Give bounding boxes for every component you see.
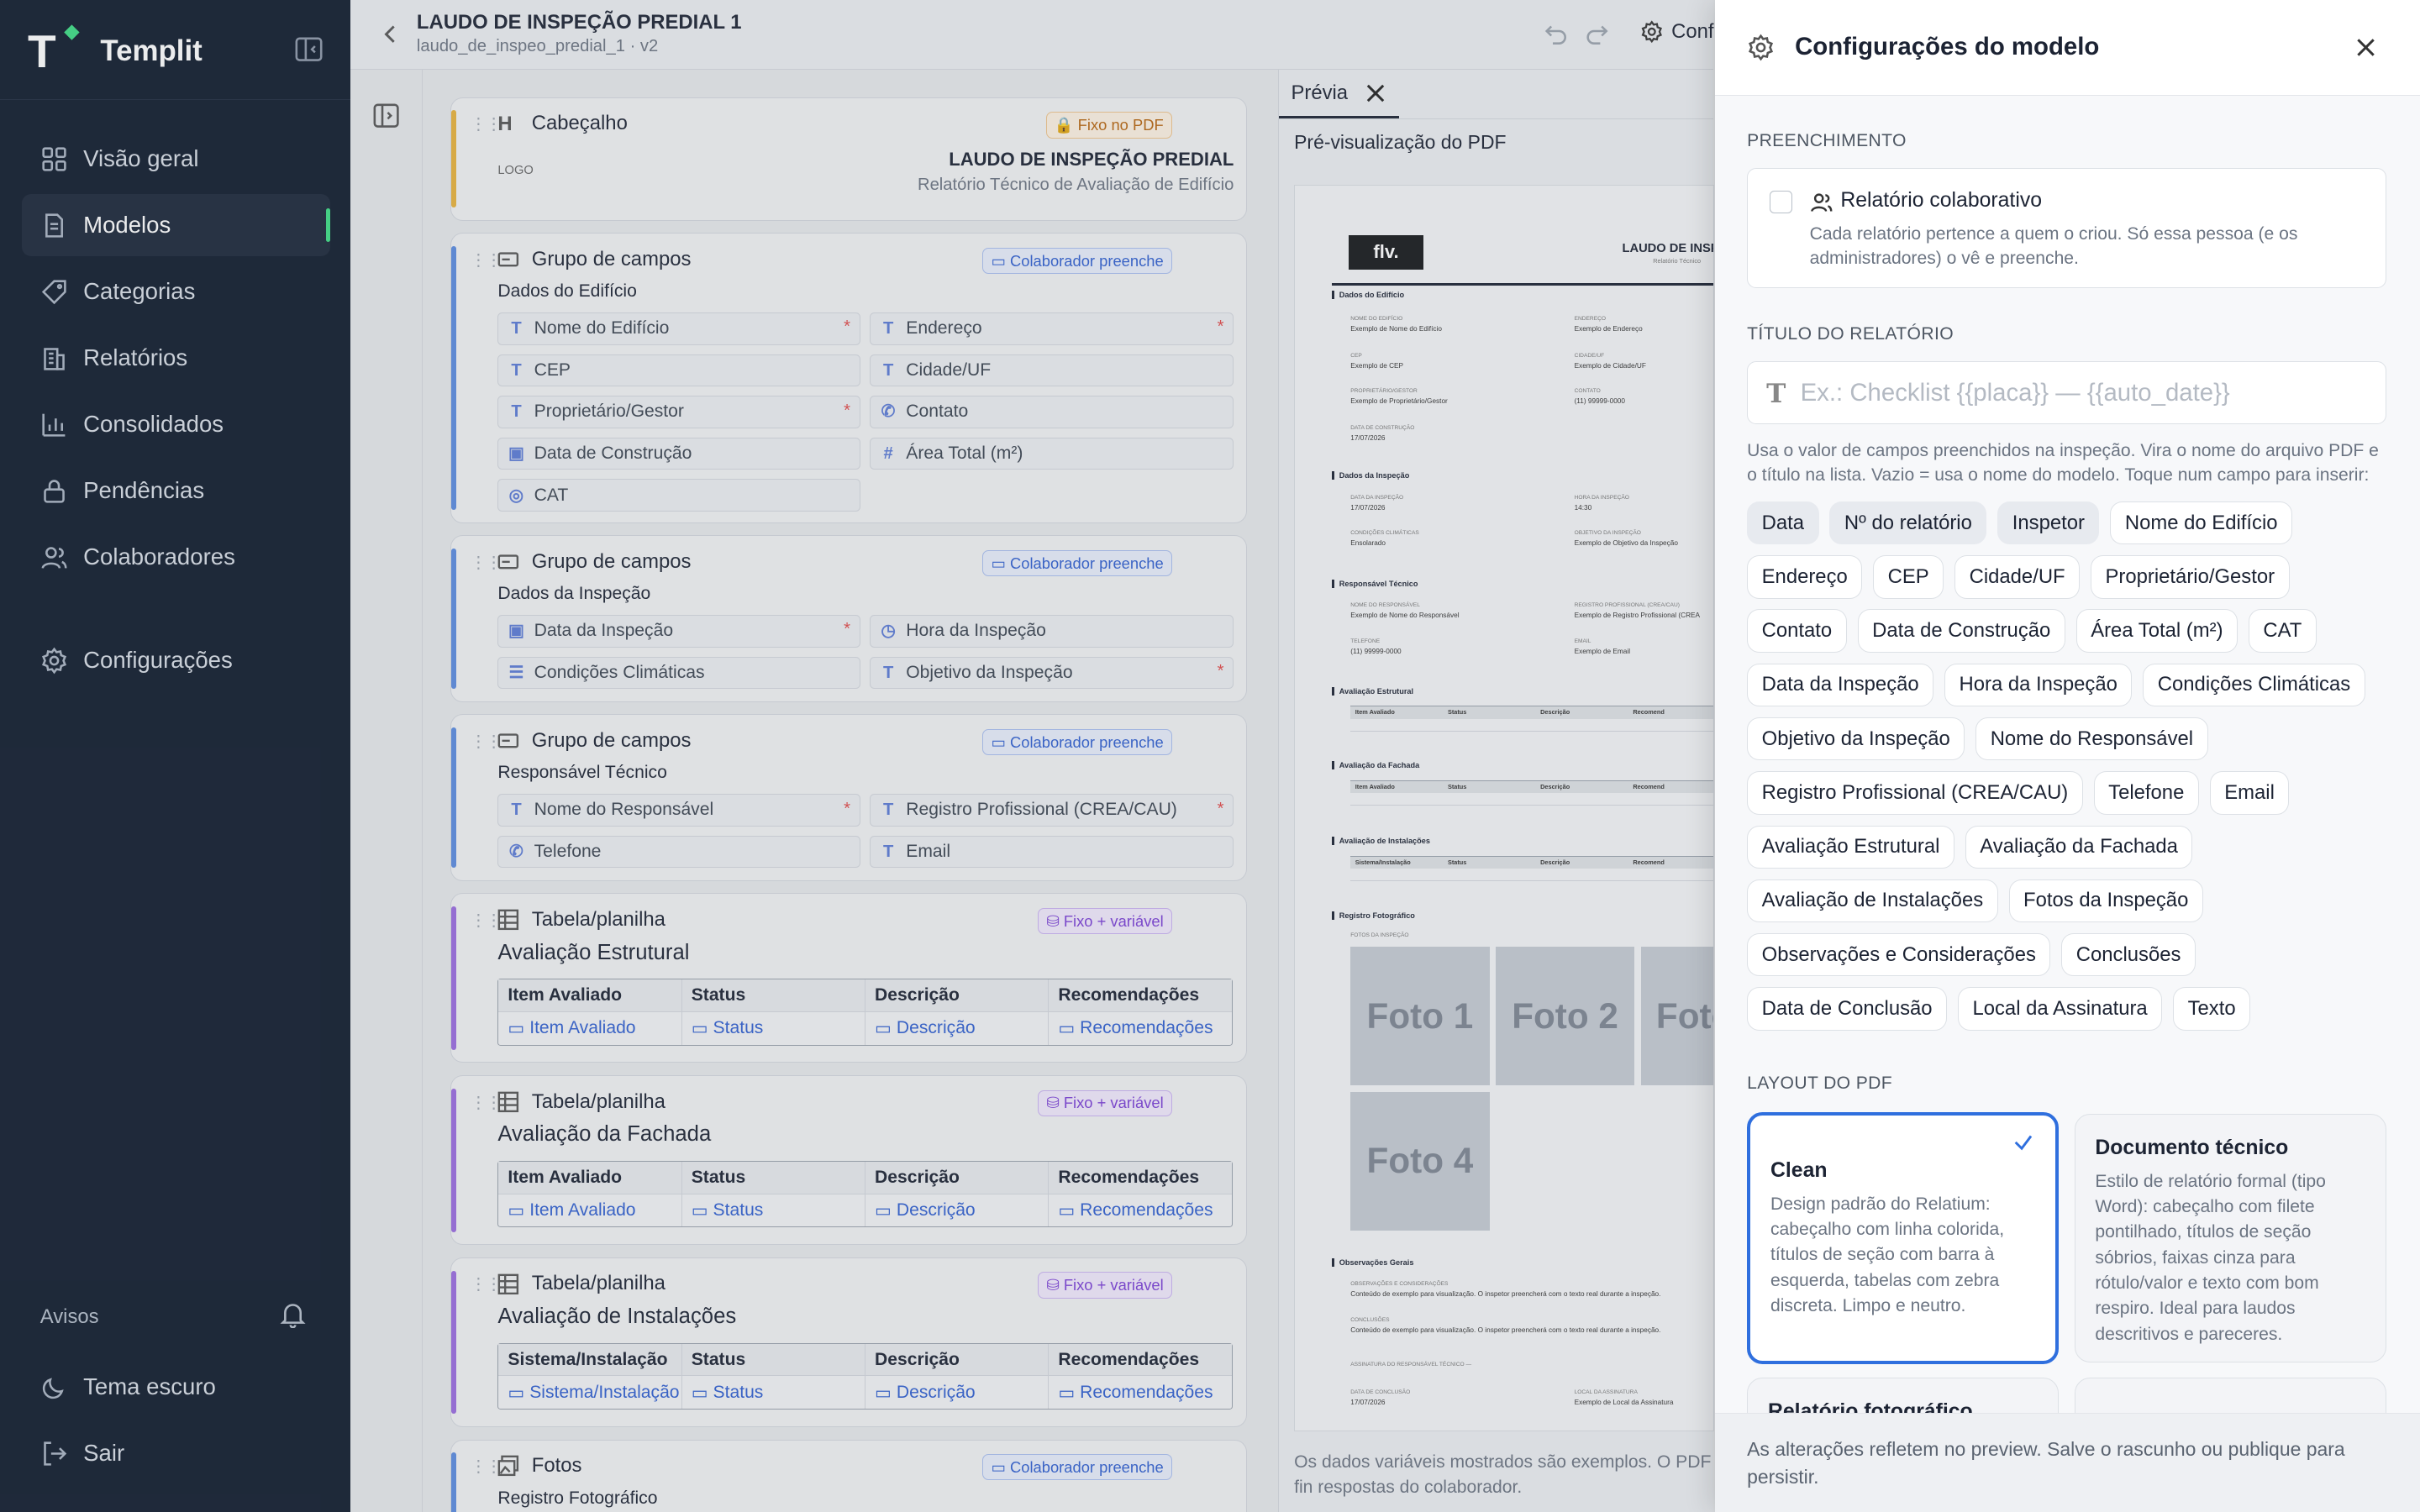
field-chip[interactable]: Fotos da Inspeção	[2008, 879, 2203, 923]
report-title-input[interactable]	[1800, 374, 2372, 412]
panel-title: Configurações do modelo	[1795, 32, 2100, 60]
field-chip[interactable]: Data da Inspeção	[1747, 663, 1934, 707]
close-icon[interactable]	[2352, 34, 2380, 61]
field-chip[interactable]: Nome do Edifício	[2110, 501, 2293, 545]
collaborative-option[interactable]: Relatório colaborativo Cada relatório pe…	[1747, 168, 2386, 289]
gear-icon	[1747, 34, 1775, 61]
field-chip[interactable]: Avaliação da Fachada	[1965, 825, 2193, 869]
report-title-help: Usa o valor de campos preenchidos na ins…	[1747, 440, 2379, 485]
text-icon: T	[1766, 378, 1786, 409]
field-chip[interactable]: Avaliação Estrutural	[1747, 825, 1954, 869]
panel-header: Configurações do modelo	[1714, 0, 2420, 96]
layout-card[interactable]	[2074, 1378, 2386, 1414]
field-chip[interactable]: Registro Profissional (CREA/CAU)	[1747, 771, 2083, 815]
layout-description: Design padrão do Relatium: cabeçalho com…	[1770, 1194, 2005, 1315]
template-settings-panel: Configurações do modelo PREENCHIMENTO Re…	[1714, 0, 2420, 1512]
report-title-field[interactable]: T	[1747, 360, 2386, 425]
field-chip[interactable]: Endereço	[1747, 555, 1863, 599]
field-chip[interactable]: Inspetor	[1997, 501, 2100, 545]
field-chip[interactable]: Texto	[2173, 987, 2251, 1031]
check-icon	[2012, 1131, 2034, 1153]
field-chip[interactable]: Avaliação de Instalações	[1747, 879, 1998, 923]
field-chip[interactable]: CAT	[2248, 609, 2317, 653]
panel-body[interactable]: PREENCHIMENTO Relatório colaborativo Cad…	[1714, 95, 2420, 1414]
section-label: LAYOUT DO PDF	[1747, 1074, 1893, 1094]
field-chip[interactable]: Nome do Responsável	[1975, 717, 2208, 761]
layout-card-clean[interactable]: Clean Design padrão do Relatium: cabeçal…	[1747, 1112, 2060, 1364]
layout-card-documento-tecnico[interactable]: Documento técnico Estilo de relatório fo…	[2074, 1114, 2386, 1362]
field-chip[interactable]: Data de Construção	[1857, 609, 2065, 653]
field-chip[interactable]: Telefone	[2093, 771, 2199, 815]
field-chip[interactable]: Email	[2209, 771, 2290, 815]
collaborative-checkbox[interactable]	[1769, 190, 1793, 214]
field-chip[interactable]: Local da Assinatura	[1957, 987, 2163, 1031]
field-chip[interactable]: Data de Conclusão	[1747, 987, 1948, 1031]
users-icon	[1810, 191, 1833, 214]
section-label: PREENCHIMENTO	[1747, 131, 1907, 151]
field-chip[interactable]: Data	[1747, 501, 1819, 545]
field-chips: Data Nº do relatório Inspetor Nome do Edifí…	[1747, 501, 2395, 1031]
field-chip[interactable]: Área Total (m²)	[2075, 609, 2238, 653]
field-chip[interactable]: CEP	[1873, 555, 1944, 599]
modal-backdrop[interactable]	[0, 0, 1715, 1512]
collaborative-description: Cada relatório pertence a quem o criou. …	[1809, 223, 2298, 269]
panel-footer: As alterações refletem no preview. Salve…	[1714, 1413, 2420, 1512]
field-chip[interactable]: Conclusões	[2061, 933, 2196, 977]
field-chip[interactable]: Proprietário/Gestor	[2091, 555, 2290, 599]
section-label: TÍTULO DO RELATÓRIO	[1747, 323, 1954, 344]
field-chip[interactable]: Contato	[1747, 609, 1847, 653]
layout-title: Documento técnico	[2095, 1136, 2289, 1159]
layout-description: Estilo de relatório formal (tipo Word): …	[2095, 1171, 2326, 1344]
field-chip[interactable]: Condições Climáticas	[2143, 663, 2365, 707]
layout-title: Relatório fotográfico	[1768, 1399, 1973, 1414]
layout-card-relatorio-fotografico[interactable]: Relatório fotográfico	[1747, 1378, 2060, 1414]
field-chip[interactable]: Cidade/UF	[1954, 555, 2081, 599]
field-chip[interactable]: Objetivo da Inspeção	[1747, 717, 1965, 761]
collaborative-title: Relatório colaborativo	[1840, 189, 2042, 213]
field-chip[interactable]: Observações e Considerações	[1747, 933, 2051, 977]
field-chip[interactable]: Nº do relatório	[1829, 501, 1987, 545]
field-chip[interactable]: Hora da Inspeção	[1944, 663, 2133, 707]
layout-title: Clean	[1770, 1158, 1828, 1182]
